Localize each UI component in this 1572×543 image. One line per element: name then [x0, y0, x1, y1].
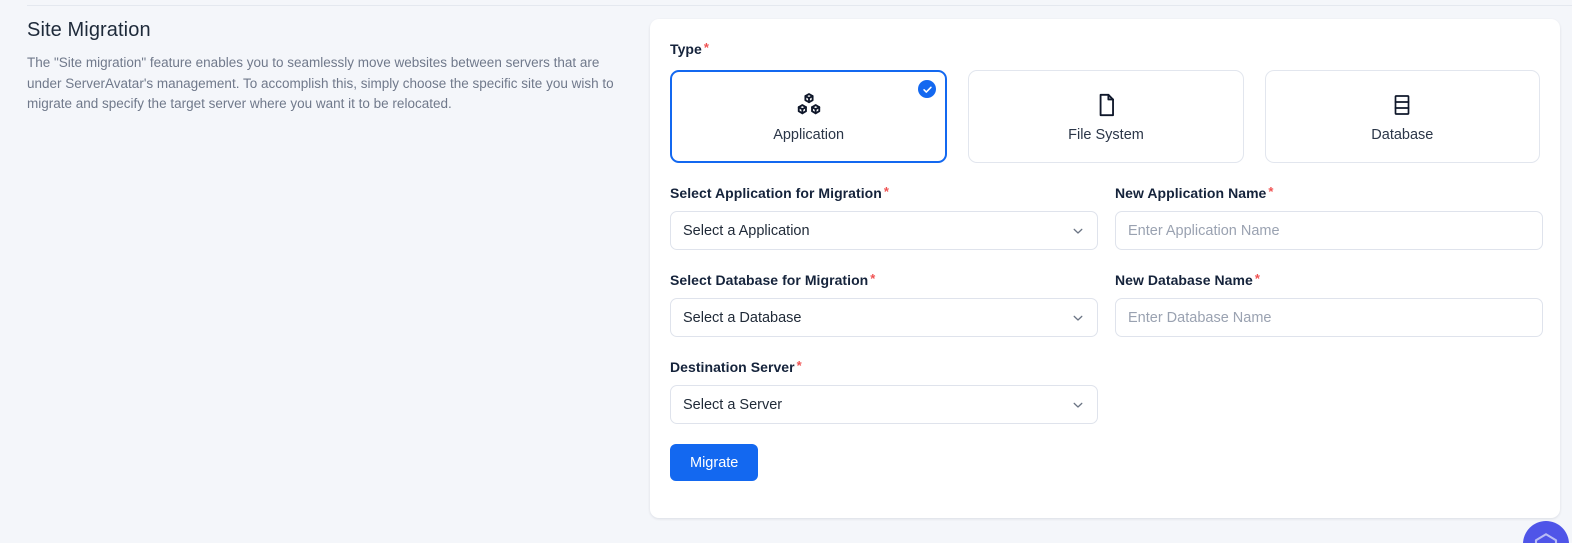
new-database-name-field[interactable] [1115, 298, 1543, 337]
field-new-application-name: New Application Name * [1115, 185, 1543, 250]
chevron-down-icon [1071, 311, 1085, 325]
type-required-asterisk: * [703, 40, 709, 55]
field-label-text: New Database Name [1115, 272, 1253, 288]
field-select-database-for-migration: Select Database for Migration * Select a … [670, 272, 1098, 337]
help-widget-button[interactable] [1523, 521, 1569, 543]
field-label: New Database Name * [1115, 272, 1543, 288]
field-destination-server: Destination Server * Select a Server Migr… [670, 359, 1098, 481]
page-description: The "Site migration" feature enables you… [27, 55, 614, 111]
select-database-dropdown[interactable]: Select a Database [670, 298, 1098, 337]
field-new-database-name: New Database Name * [1115, 272, 1543, 337]
page-title: Site Migration [27, 19, 151, 41]
field-label: Select Application for Migration * [670, 185, 1098, 201]
type-option-group: Application File System Database [670, 70, 1540, 163]
field-label-text: Select Database for Migration [670, 272, 869, 288]
required-asterisk: * [883, 184, 889, 199]
required-asterisk: * [796, 358, 802, 373]
cubes-icon [795, 90, 823, 120]
new-database-name-input[interactable] [1128, 309, 1530, 326]
select-application-value: Select a Application [683, 222, 810, 239]
destination-server-value: Select a Server [683, 396, 783, 413]
field-select-application-for-migration: Select Application for Migration * Select… [670, 185, 1098, 250]
type-option-file-system[interactable]: File System [968, 70, 1244, 163]
migrate-button[interactable]: Migrate [670, 444, 759, 481]
type-option-label: Database [1371, 127, 1434, 143]
field-label-text: Select Application for Migration [670, 185, 882, 201]
type-option-database[interactable]: Database [1264, 70, 1540, 163]
type-option-label: File System [1068, 127, 1144, 143]
type-label-text: Type [670, 41, 702, 57]
select-application-dropdown[interactable]: Select a Application [670, 211, 1098, 250]
chevron-down-icon [1071, 224, 1085, 238]
type-option-label: Application [773, 127, 845, 143]
field-label-text: Destination Server [670, 359, 795, 375]
field-label-text: New Application Name [1115, 185, 1267, 201]
type-label: Type * [670, 41, 1540, 57]
new-application-name-input[interactable] [1128, 222, 1530, 239]
selected-check-icon [918, 80, 937, 98]
field-label: Select Database for Migration * [670, 272, 1098, 288]
document-icon [1093, 90, 1119, 120]
destination-server-dropdown[interactable]: Select a Server [670, 385, 1098, 424]
select-database-value: Select a Database [683, 309, 802, 326]
field-label: Destination Server * [670, 359, 1098, 375]
migration-form-panel: Type * Application File System Database … [650, 19, 1560, 518]
field-label: New Application Name * [1115, 185, 1543, 201]
top-divider [27, 5, 1572, 6]
type-option-application[interactable]: Application [670, 70, 948, 163]
required-asterisk: * [1268, 184, 1274, 199]
page-intro: Site Migration The "Site migration" feat… [27, 19, 627, 115]
required-asterisk: * [1254, 271, 1260, 286]
chevron-down-icon [1071, 398, 1085, 412]
grid-spacer [1115, 359, 1543, 481]
required-asterisk: * [870, 271, 876, 286]
database-icon [1390, 90, 1414, 120]
migration-fields-grid: Select Application for Migration * Select… [670, 185, 1543, 481]
help-bubble-icon [1531, 529, 1561, 543]
new-application-name-field[interactable] [1115, 211, 1543, 250]
